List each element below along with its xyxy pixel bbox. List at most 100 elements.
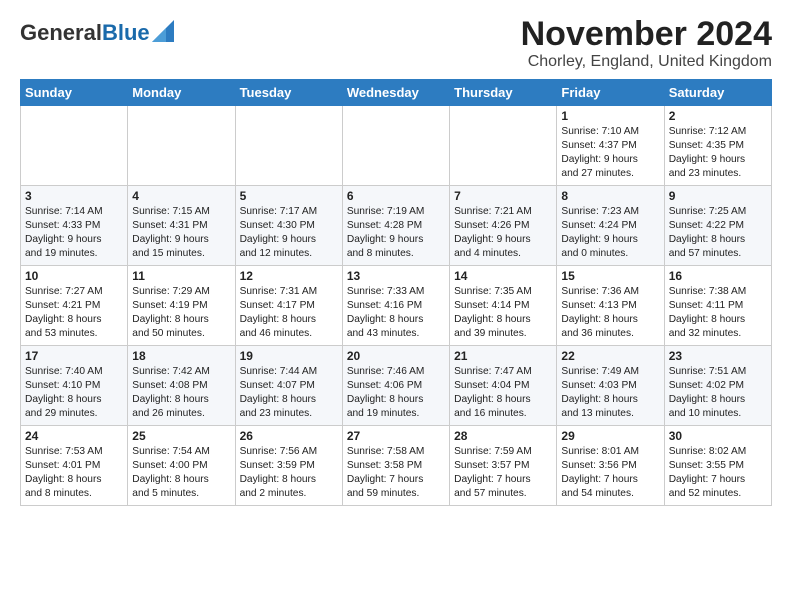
day-info: Sunrise: 7:12 AM Sunset: 4:35 PM Dayligh… xyxy=(669,125,767,180)
day-number: 20 xyxy=(347,349,445,363)
calendar-cell: 13Sunrise: 7:33 AM Sunset: 4:16 PM Dayli… xyxy=(342,266,449,346)
day-info: Sunrise: 7:51 AM Sunset: 4:02 PM Dayligh… xyxy=(669,365,767,420)
day-info: Sunrise: 7:59 AM Sunset: 3:57 PM Dayligh… xyxy=(454,445,552,500)
calendar-cell xyxy=(235,106,342,186)
calendar-cell: 25 Sunrise: 7:54 AM Sunset: 4:00 PM Dayli… xyxy=(128,426,235,506)
day-info: Sunrise: 7:53 AM Sunset: 4:01 PM Dayligh… xyxy=(25,445,123,500)
day-number: 8 xyxy=(561,189,659,203)
calendar-cell: 12 Sunrise: 7:31 AM Sunset: 4:17 PM Dayli… xyxy=(235,266,342,346)
day-info: Sunrise: 7:47 AM Sunset: 4:04 PM Dayligh… xyxy=(454,365,552,420)
day-number: 17 xyxy=(25,349,123,363)
page: GeneralBlue November 2024 Chorley, Engla… xyxy=(0,0,792,516)
day-number: 21 xyxy=(454,349,552,363)
day-number: 5 xyxy=(240,189,338,203)
day-number: 6 xyxy=(347,189,445,203)
logo-icon xyxy=(152,20,174,42)
calendar-cell: 28 Sunrise: 7:59 AM Sunset: 3:57 PM Dayli… xyxy=(450,426,557,506)
calendar-cell: 24 Sunrise: 7:53 AM Sunset: 4:01 PM Dayli… xyxy=(21,426,128,506)
col-monday: Monday xyxy=(128,80,235,106)
day-info: Sunrise: 7:54 AM Sunset: 4:00 PM Dayligh… xyxy=(132,445,230,500)
day-number: 16 xyxy=(669,269,767,283)
day-number: 4 xyxy=(132,189,230,203)
calendar: Sunday Monday Tuesday Wednesday Thursday… xyxy=(20,79,772,506)
day-info: Sunrise: 7:42 AM Sunset: 4:08 PM Dayligh… xyxy=(132,365,230,420)
day-info: Sunrise: 8:02 AM Sunset: 3:55 PM Dayligh… xyxy=(669,445,767,500)
day-number: 18 xyxy=(132,349,230,363)
day-number: 28 xyxy=(454,429,552,443)
title-block: November 2024 Chorley, England, United K… xyxy=(521,16,772,71)
day-number: 25 xyxy=(132,429,230,443)
day-info: Sunrise: 7:44 AM Sunset: 4:07 PM Dayligh… xyxy=(240,365,338,420)
logo-general: General xyxy=(20,20,102,45)
calendar-cell xyxy=(342,106,449,186)
day-info: Sunrise: 7:31 AM Sunset: 4:17 PM Dayligh… xyxy=(240,285,338,340)
day-info: Sunrise: 7:33 AM Sunset: 4:16 PM Dayligh… xyxy=(347,285,445,340)
day-info: Sunrise: 7:27 AM Sunset: 4:21 PM Dayligh… xyxy=(25,285,123,340)
calendar-cell: 23 Sunrise: 7:51 AM Sunset: 4:02 PM Dayli… xyxy=(664,346,771,426)
day-number: 15 xyxy=(561,269,659,283)
calendar-cell: 9Sunrise: 7:25 AM Sunset: 4:22 PM Daylig… xyxy=(664,186,771,266)
calendar-cell: 6 Sunrise: 7:19 AM Sunset: 4:28 PM Daylig… xyxy=(342,186,449,266)
logo-blue: Blue xyxy=(102,20,150,45)
calendar-cell: 29Sunrise: 8:01 AM Sunset: 3:56 PM Dayli… xyxy=(557,426,664,506)
day-number: 27 xyxy=(347,429,445,443)
calendar-cell: 14 Sunrise: 7:35 AM Sunset: 4:14 PM Dayli… xyxy=(450,266,557,346)
logo-text: GeneralBlue xyxy=(20,20,150,46)
calendar-cell: 26 Sunrise: 7:56 AM Sunset: 3:59 PM Dayli… xyxy=(235,426,342,506)
logo: GeneralBlue xyxy=(20,20,174,46)
day-info: Sunrise: 7:49 AM Sunset: 4:03 PM Dayligh… xyxy=(561,365,659,420)
calendar-cell: 15 Sunrise: 7:36 AM Sunset: 4:13 PM Dayli… xyxy=(557,266,664,346)
calendar-week-2: 3Sunrise: 7:14 AM Sunset: 4:33 PM Daylig… xyxy=(21,186,772,266)
calendar-cell: 2Sunrise: 7:12 AM Sunset: 4:35 PM Daylig… xyxy=(664,106,771,186)
day-info: Sunrise: 7:36 AM Sunset: 4:13 PM Dayligh… xyxy=(561,285,659,340)
day-number: 7 xyxy=(454,189,552,203)
day-info: Sunrise: 7:40 AM Sunset: 4:10 PM Dayligh… xyxy=(25,365,123,420)
day-info: Sunrise: 7:46 AM Sunset: 4:06 PM Dayligh… xyxy=(347,365,445,420)
day-number: 12 xyxy=(240,269,338,283)
calendar-week-4: 17 Sunrise: 7:40 AM Sunset: 4:10 PM Dayli… xyxy=(21,346,772,426)
day-number: 22 xyxy=(561,349,659,363)
day-number: 19 xyxy=(240,349,338,363)
day-info: Sunrise: 7:29 AM Sunset: 4:19 PM Dayligh… xyxy=(132,285,230,340)
calendar-cell: 4 Sunrise: 7:15 AM Sunset: 4:31 PM Daylig… xyxy=(128,186,235,266)
calendar-week-5: 24 Sunrise: 7:53 AM Sunset: 4:01 PM Dayli… xyxy=(21,426,772,506)
calendar-cell: 18 Sunrise: 7:42 AM Sunset: 4:08 PM Dayli… xyxy=(128,346,235,426)
day-number: 24 xyxy=(25,429,123,443)
day-info: Sunrise: 7:15 AM Sunset: 4:31 PM Dayligh… xyxy=(132,205,230,260)
calendar-cell xyxy=(450,106,557,186)
calendar-week-1: 1Sunrise: 7:10 AM Sunset: 4:37 PM Daylig… xyxy=(21,106,772,186)
day-number: 9 xyxy=(669,189,767,203)
calendar-cell: 11Sunrise: 7:29 AM Sunset: 4:19 PM Dayli… xyxy=(128,266,235,346)
day-info: Sunrise: 7:10 AM Sunset: 4:37 PM Dayligh… xyxy=(561,125,659,180)
calendar-cell: 22 Sunrise: 7:49 AM Sunset: 4:03 PM Dayli… xyxy=(557,346,664,426)
day-info: Sunrise: 7:56 AM Sunset: 3:59 PM Dayligh… xyxy=(240,445,338,500)
day-number: 26 xyxy=(240,429,338,443)
calendar-cell xyxy=(21,106,128,186)
calendar-cell: 17 Sunrise: 7:40 AM Sunset: 4:10 PM Dayli… xyxy=(21,346,128,426)
col-wednesday: Wednesday xyxy=(342,80,449,106)
day-info: Sunrise: 7:19 AM Sunset: 4:28 PM Dayligh… xyxy=(347,205,445,260)
calendar-cell: 7 Sunrise: 7:21 AM Sunset: 4:26 PM Daylig… xyxy=(450,186,557,266)
col-friday: Friday xyxy=(557,80,664,106)
day-number: 3 xyxy=(25,189,123,203)
day-info: Sunrise: 7:23 AM Sunset: 4:24 PM Dayligh… xyxy=(561,205,659,260)
col-tuesday: Tuesday xyxy=(235,80,342,106)
day-number: 10 xyxy=(25,269,123,283)
day-info: Sunrise: 7:17 AM Sunset: 4:30 PM Dayligh… xyxy=(240,205,338,260)
calendar-cell: 27Sunrise: 7:58 AM Sunset: 3:58 PM Dayli… xyxy=(342,426,449,506)
calendar-cell: 5 Sunrise: 7:17 AM Sunset: 4:30 PM Daylig… xyxy=(235,186,342,266)
calendar-cell: 16Sunrise: 7:38 AM Sunset: 4:11 PM Dayli… xyxy=(664,266,771,346)
day-number: 23 xyxy=(669,349,767,363)
day-number: 30 xyxy=(669,429,767,443)
calendar-cell: 8 Sunrise: 7:23 AM Sunset: 4:24 PM Daylig… xyxy=(557,186,664,266)
calendar-cell: 10 Sunrise: 7:27 AM Sunset: 4:21 PM Dayli… xyxy=(21,266,128,346)
day-info: Sunrise: 7:21 AM Sunset: 4:26 PM Dayligh… xyxy=(454,205,552,260)
col-sunday: Sunday xyxy=(21,80,128,106)
calendar-cell xyxy=(128,106,235,186)
calendar-cell: 30 Sunrise: 8:02 AM Sunset: 3:55 PM Dayli… xyxy=(664,426,771,506)
calendar-week-3: 10 Sunrise: 7:27 AM Sunset: 4:21 PM Dayli… xyxy=(21,266,772,346)
day-number: 14 xyxy=(454,269,552,283)
day-info: Sunrise: 8:01 AM Sunset: 3:56 PM Dayligh… xyxy=(561,445,659,500)
day-info: Sunrise: 7:35 AM Sunset: 4:14 PM Dayligh… xyxy=(454,285,552,340)
header: GeneralBlue November 2024 Chorley, Engla… xyxy=(20,16,772,71)
